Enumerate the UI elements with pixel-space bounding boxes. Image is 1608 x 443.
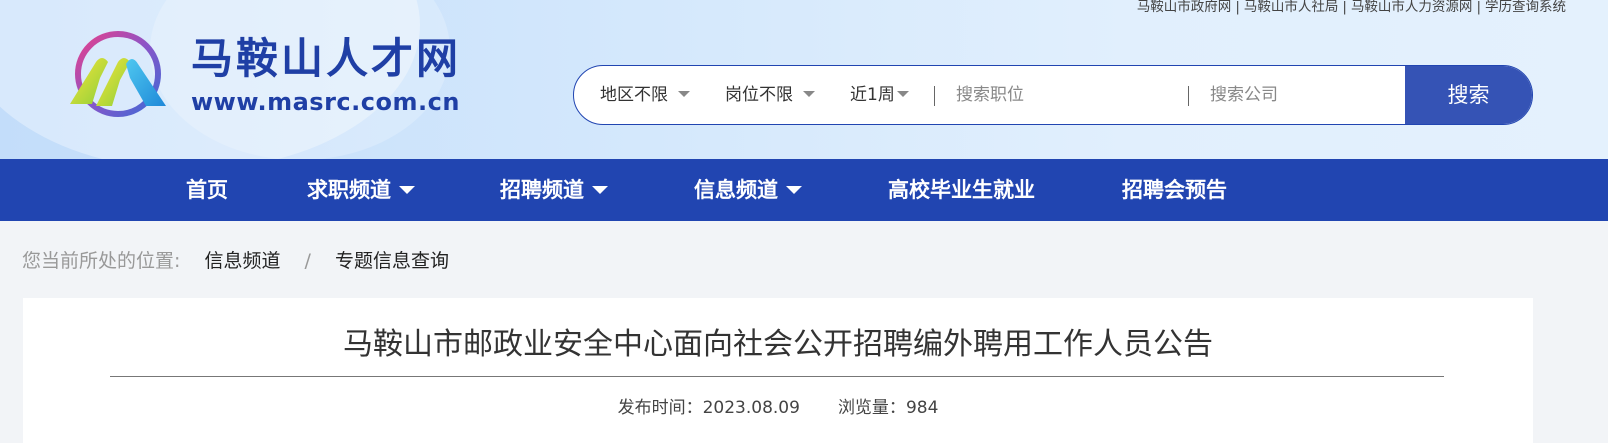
article-meta: 发布时间：2023.08.09 浏览量：984 [23, 396, 1533, 420]
top-link-hrss[interactable]: 马鞍山市人社局 [1244, 0, 1339, 15]
top-link-separator: | [1342, 0, 1347, 15]
nav-item-label: 信息频道 [694, 178, 778, 202]
top-link-separator: | [1235, 0, 1240, 15]
nav-item-graduate-employment[interactable]: 高校毕业生就业 [888, 159, 1035, 221]
publish-date: 2023.08.09 [702, 398, 800, 418]
top-link-hr-network[interactable]: 马鞍山市人力资源网 [1351, 0, 1473, 15]
region-dropdown-label: 地区不限 [600, 85, 668, 105]
breadcrumb-prefix: 您当前所处的位置: [22, 250, 181, 272]
top-link-separator: | [1476, 0, 1481, 15]
nav-item-label: 高校毕业生就业 [888, 178, 1035, 202]
breadcrumb-separator: / [304, 250, 311, 272]
chevron-down-icon [803, 91, 815, 97]
nav-item-job-seeking[interactable]: 求职频道 [307, 159, 415, 221]
main-nav: 首页 求职频道 招聘频道 信息频道 高校毕业生就业 招聘会预告 [0, 159, 1608, 221]
time-dropdown-label: 近1周 [850, 85, 895, 105]
search-button[interactable]: 搜索 [1405, 66, 1532, 124]
nav-item-information[interactable]: 信息频道 [694, 159, 802, 221]
nav-item-home[interactable]: 首页 [186, 159, 228, 221]
top-link-degree-query[interactable]: 学历查询系统 [1485, 0, 1566, 15]
chevron-down-icon [786, 185, 802, 194]
time-dropdown[interactable]: 近1周 [850, 66, 909, 124]
chevron-down-icon [399, 185, 415, 194]
masrc-logo-icon[interactable] [66, 28, 170, 120]
region-dropdown[interactable]: 地区不限 [600, 66, 690, 124]
nav-item-label: 招聘频道 [500, 178, 584, 202]
site-url[interactable]: www.masrc.com.cn [191, 87, 460, 117]
article-panel: 马鞍山市邮政业安全中心面向社会公开招聘编外聘用工作人员公告 发布时间：2023.… [23, 298, 1533, 443]
nav-item-label: 首页 [186, 178, 228, 202]
search-divider [1188, 86, 1189, 106]
top-link-gov[interactable]: 马鞍山市政府网 [1137, 0, 1232, 15]
publish-label: 发布时间： [617, 398, 703, 418]
chevron-down-icon [678, 91, 690, 97]
chevron-down-icon [896, 91, 909, 97]
search-bar: 地区不限 岗位不限 近1周 搜索 [573, 65, 1533, 125]
nav-item-label: 求职频道 [307, 178, 391, 202]
site-name[interactable]: 马鞍山人才网 [191, 35, 461, 83]
breadcrumb-item-special-query[interactable]: 专题信息查询 [335, 250, 449, 272]
views-count: 984 [905, 398, 939, 418]
site-header: 马鞍山市政府网 | 马鞍山市人社局 | 马鞍山市人力资源网 | 学历查询系统 马鞍山人才网 … [0, 0, 1608, 159]
chevron-down-icon [592, 185, 608, 194]
nav-item-job-fair[interactable]: 招聘会预告 [1122, 159, 1227, 221]
breadcrumb: 您当前所处的位置: 信息频道 / 专题信息查询 [22, 246, 449, 276]
nav-item-label: 招聘会预告 [1122, 178, 1227, 202]
article-title: 马鞍山市邮政业安全中心面向社会公开招聘编外聘用工作人员公告 [343, 327, 1213, 362]
job-search-input[interactable] [956, 74, 1176, 116]
nav-item-recruitment[interactable]: 招聘频道 [500, 159, 608, 221]
views-label: 浏览量： [837, 398, 906, 418]
search-divider [934, 86, 935, 106]
company-search-input[interactable] [1210, 74, 1400, 116]
breadcrumb-item-information[interactable]: 信息频道 [204, 250, 280, 272]
position-dropdown[interactable]: 岗位不限 [725, 66, 815, 124]
title-divider [110, 376, 1444, 377]
top-links: 马鞍山市政府网 | 马鞍山市人社局 | 马鞍山市人力资源网 | 学历查询系统 [1137, 0, 1566, 16]
position-dropdown-label: 岗位不限 [725, 85, 793, 105]
